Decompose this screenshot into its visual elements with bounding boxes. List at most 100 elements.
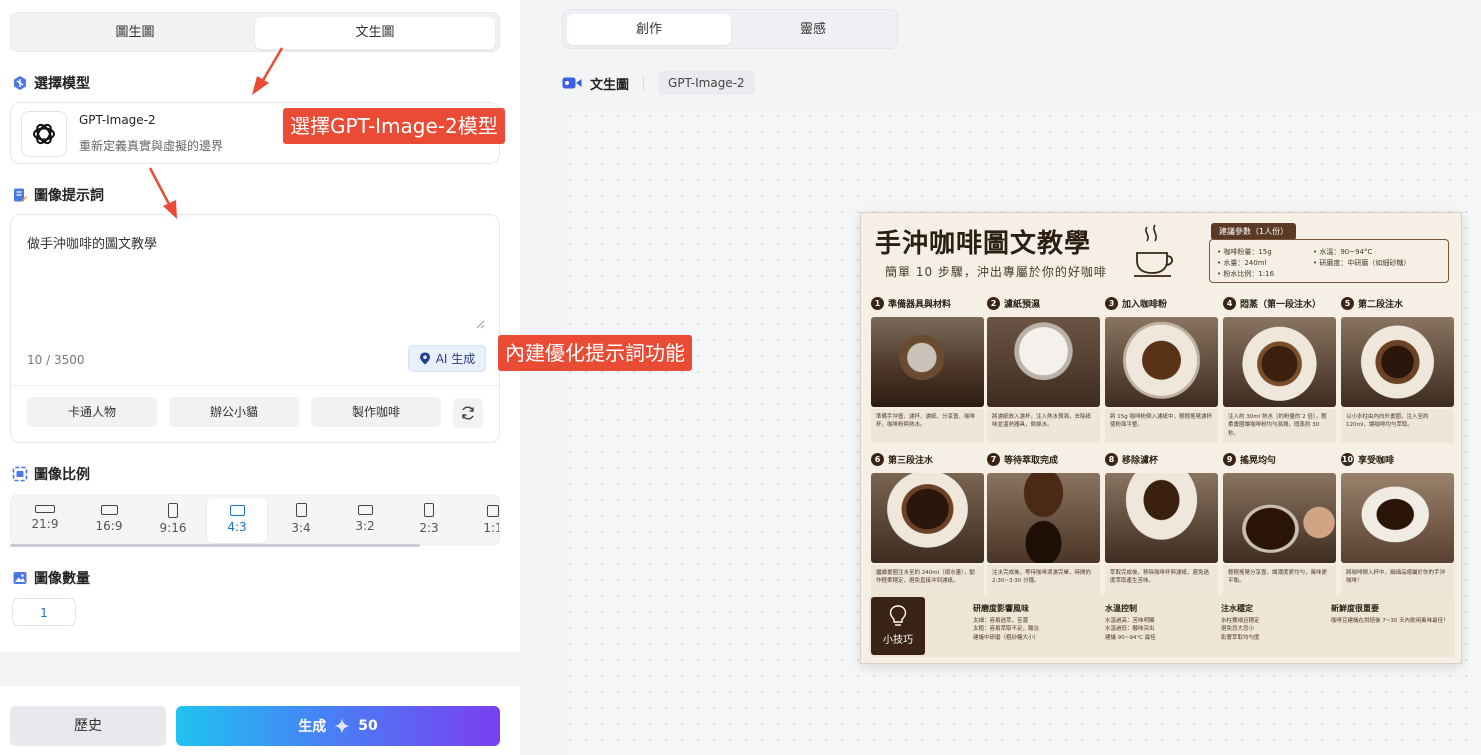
ratio-shape-icon — [295, 503, 307, 517]
step-caption: 準備手沖壺、濾杯、濾紙、分享壺、咖啡杯，咖啡粉與熱水。 — [871, 409, 984, 443]
step-card: 6 第三段注水 繼續畫圈注水至約 240ml（總水量），動作輕柔穩定，避免直接沖到… — [871, 453, 984, 599]
step-number: 4 — [1223, 297, 1236, 310]
model-icon — [14, 76, 26, 90]
param-item: • 水溫：90~94°C — [1313, 248, 1373, 256]
ratio-shape-icon — [229, 505, 245, 516]
step-title: 準備器具與材料 — [888, 300, 952, 310]
prompt-section-label: 圖像提示詞 — [34, 188, 104, 204]
poster-title: 手沖咖啡圖文教學 — [875, 229, 1092, 259]
prompt-input[interactable]: 做手沖咖啡的圖文教學 — [27, 233, 157, 252]
suggestion-chip[interactable]: 卡通人物 — [27, 397, 157, 427]
ratio-option-16-9[interactable]: 16:9 — [79, 499, 139, 543]
ai-generate-button[interactable]: AI 生成 — [408, 345, 486, 372]
ratio-option-3-4[interactable]: 3:4 — [271, 499, 331, 543]
step-number: 5 — [1341, 297, 1354, 310]
step-title: 享受咖啡 — [1358, 456, 1395, 466]
step-photo — [1341, 317, 1454, 407]
mode-label: 文生圖 — [590, 77, 630, 93]
resize-handle-icon[interactable] — [475, 319, 485, 329]
divider — [643, 76, 645, 90]
tips-label-box: 小技巧 — [871, 597, 925, 655]
ratio-label: 2:3 — [419, 521, 439, 535]
step-card: 8 移除濾杯 萃取完成後，移除咖啡杯與濾紙，避免過度萃取產生苦味。 — [1105, 453, 1218, 599]
step-heading: 9 搖晃均勻 — [1223, 453, 1276, 466]
ratio-option-9-16[interactable]: 9:16 — [143, 499, 203, 543]
refresh-suggestions-button[interactable] — [453, 398, 483, 428]
step-heading: 4 悶蒸（第一段注水） — [1223, 297, 1321, 310]
ratio-option-1-1[interactable]: 1:1 — [463, 499, 499, 543]
tip-title: 研磨度影響風味 — [973, 604, 1029, 613]
sparkle-icon — [334, 718, 351, 734]
step-title: 悶蒸（第一段注水） — [1240, 300, 1322, 310]
ratio-label: 1:1 — [483, 521, 499, 535]
ratio-label: 21:9 — [31, 517, 59, 531]
param-item: • 咖啡粉量：15g — [1217, 248, 1272, 256]
char-count: 10 / 3500 — [27, 353, 85, 367]
history-button[interactable]: 歷史 — [10, 706, 166, 746]
ratio-option-3-2[interactable]: 3:2 — [335, 499, 395, 543]
tab-create[interactable]: 創作 — [567, 14, 731, 45]
suggestion-chip[interactable]: 辦公小貓 — [169, 397, 299, 427]
generate-button[interactable]: 生成 50 — [176, 706, 500, 746]
generate-label: 生成 — [298, 719, 327, 735]
ratio-label: 16:9 — [95, 519, 123, 533]
step-heading: 8 移除濾杯 — [1105, 453, 1158, 466]
tips-label: 小技巧 — [883, 635, 913, 646]
step-heading: 5 第二段注水 — [1341, 297, 1403, 310]
step-title: 第二段注水 — [1358, 300, 1404, 310]
step-caption: 將咖啡倒入杯中，細細品嚐屬於你的手沖咖啡！ — [1341, 565, 1454, 599]
suggestion-chip[interactable]: 製作咖啡 — [311, 397, 441, 427]
step-caption: 以小水柱由內向外畫圈，注入至約 120ml，讓咖啡均勻萃取。 — [1341, 409, 1454, 443]
step-number: 7 — [987, 453, 1000, 466]
prompt-box: 做手沖咖啡的圖文教學 10 / 3500 AI 生成 卡通人物 辦公小貓 製作咖… — [10, 214, 500, 443]
ai-prompt-callout: 內建優化提示詞功能 — [498, 335, 692, 371]
tab-inspiration[interactable]: 靈感 — [731, 14, 895, 45]
step-caption: 繼續畫圈注水至約 240ml（總水量），動作輕柔穩定，避免直接沖到濾紙。 — [871, 565, 984, 599]
step-number: 6 — [871, 453, 884, 466]
step-photo — [1223, 317, 1336, 407]
step-photo — [987, 473, 1100, 563]
step-photo — [1105, 473, 1218, 563]
step-photo — [871, 473, 984, 563]
step-title: 等待萃取完成 — [1004, 456, 1059, 466]
ratio-shape-icon — [487, 505, 499, 517]
tips-section: 小技巧 研磨度影響風味 太細：容易過萃，苦澀 太粗：容易萃取不足，酸淡 建議中研… — [869, 595, 1455, 657]
params-title: 建議參數（1人份） — [1211, 223, 1297, 240]
step-title: 移除濾杯 — [1122, 456, 1159, 466]
tip-item: 新鮮度很重要 咖啡豆建議在烘焙後 7~30 天內飲用風味最佳！ — [1331, 603, 1449, 625]
step-caption: 將濾紙放入濾杯，注入熱水預濕，去除紙味並溫熱器具，倒掉水。 — [987, 409, 1100, 443]
bottom-bar: 歷史 生成 50 — [0, 686, 520, 755]
ratio-scrollbar[interactable] — [10, 544, 420, 547]
ratio-option-4-3[interactable]: 4:3 — [207, 499, 267, 543]
ratio-shape-icon — [35, 505, 55, 513]
ai-pin-icon — [419, 352, 430, 365]
step-title: 第三段注水 — [888, 456, 934, 466]
tip-item: 水溫控制 水溫過高：苦味明顯 水溫過低：酸味突出 建議 90~94°C 最佳 — [1105, 603, 1225, 642]
step-title: 搖晃均勻 — [1240, 456, 1277, 466]
step-number: 1 — [871, 297, 884, 310]
generated-image[interactable]: 手沖咖啡圖文教學 簡單 10 步驟，沖出專屬於你的好咖啡 建議參數（1人份） •… — [860, 212, 1462, 664]
param-item: • 水量：240ml — [1217, 259, 1267, 267]
ratio-option-2-3[interactable]: 2:3 — [399, 499, 459, 543]
mode-switch: 圖生圖 文生圖 — [10, 12, 500, 52]
video-camera-icon — [562, 77, 582, 89]
step-number: 10 — [1341, 453, 1354, 466]
ratio-option-21-9[interactable]: 21:9 — [15, 499, 75, 543]
tab-image-to-image[interactable]: 圖生圖 — [15, 17, 255, 49]
step-caption: 輕輕搖晃分享壺，讓濃度更均勻，風味更平衡。 — [1223, 565, 1336, 599]
ratio-label: 4:3 — [227, 520, 247, 534]
step-number: 9 — [1223, 453, 1236, 466]
quantity-option[interactable]: 1 — [12, 598, 76, 626]
prompt-section-title: 圖像提示詞 — [12, 185, 104, 205]
result-header: 文生圖 GPT-Image-2 — [562, 70, 755, 96]
tip-body: 水柱要細且穩定 避免忽大忽小 影響萃取均勻度 — [1221, 618, 1260, 641]
step-photo — [871, 317, 984, 407]
step-card: 1 準備器具與材料 準備手沖壺、濾杯、濾紙、分享壺、咖啡杯，咖啡粉與熱水。 — [871, 297, 984, 443]
ratio-section-title: 圖像比例 — [12, 464, 90, 484]
tab-text-to-image[interactable]: 文生圖 — [255, 17, 495, 49]
model-callout: 選擇GPT-Image-2模型 — [283, 108, 505, 144]
coffee-cup-icon — [1134, 224, 1174, 277]
model-tag: GPT-Image-2 — [658, 71, 755, 95]
ai-generate-label: AI 生成 — [435, 352, 476, 366]
model-description: 重新定義真實與虛擬的邊界 — [79, 139, 224, 153]
